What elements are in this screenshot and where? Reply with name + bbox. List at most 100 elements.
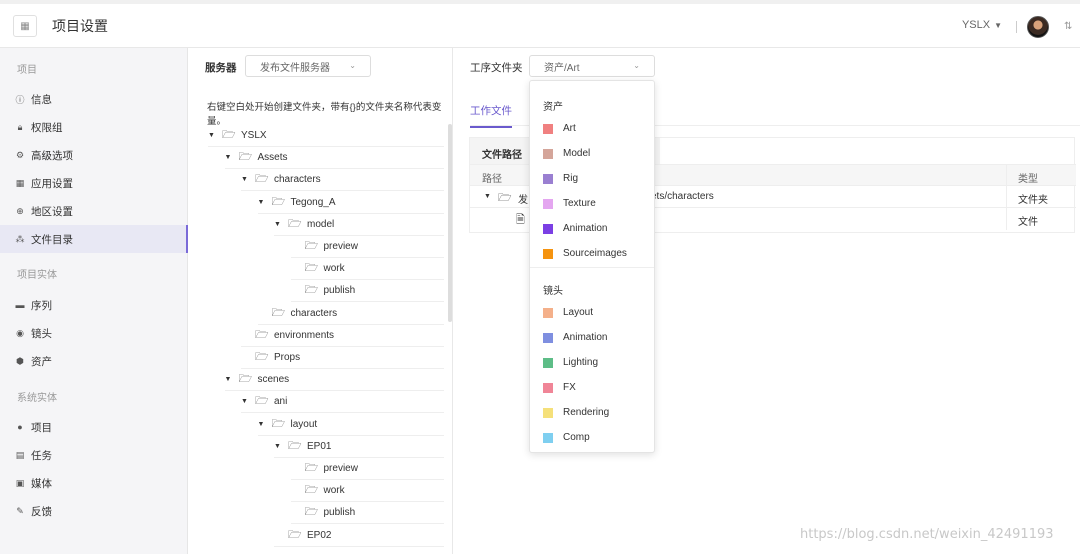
folder-icon: 🗁︎ [255,351,269,363]
tree-node[interactable]: ▼ 🗁︎ scenes [224,369,444,392]
tree-node-label: work [323,485,345,497]
media-icon: ▣ [15,477,25,488]
tree-node[interactable]: 🗁︎ Props [241,347,444,369]
caret-down-icon[interactable]: ▼ [208,132,216,139]
tree-node[interactable]: ▼ 🗁︎ model [274,214,444,236]
sidebar-item-asset[interactable]: ⬢ 资产 [0,347,188,375]
tree-node-label: EP02 [307,529,332,541]
project-icon: ● [17,422,23,432]
sidebar-item-media[interactable]: ▣ 媒体 [0,469,188,497]
tree-node[interactable]: 🗁︎ publish [290,502,444,525]
tree-node-label: EP01 [307,440,332,452]
top-bar: ▦ 项目设置 YSLX ▼ ⇅ [0,0,1080,48]
tree-scrollbar[interactable] [448,124,452,322]
sidebar-item-apps[interactable]: ▦ 应用设置 [0,169,188,197]
dropdown-option[interactable]: Comp [530,425,654,450]
sidebar-item-region[interactable]: ⊕ 地区设置 [0,197,188,225]
caret-down-icon[interactable]: ▼ [241,398,249,405]
tree-node[interactable]: 🗁︎ work [290,258,444,281]
path-cell-prefix: 发 [518,195,528,206]
sidebar-item-label: 媒体 [31,477,52,490]
dropdown-option[interactable]: Texture [530,191,654,216]
tree-node[interactable]: 🗁︎ preview [290,458,444,480]
watermark: https://blog.csdn.net/weixin_42491193 [800,527,1054,542]
server-select[interactable]: 发布文件服务器 ⌄ [245,55,371,77]
caret-down-icon[interactable]: ▼ [258,421,266,428]
grid-icon[interactable]: ▦ [13,15,37,37]
column-divider [1006,208,1007,230]
folder-label: 工序文件夹 [470,62,523,74]
sidebar-item-advanced[interactable]: ⚙ 高级选项 [0,141,188,169]
sidebar-item-label: 任务 [31,449,52,462]
tree-node[interactable]: 🗁︎ preview [290,236,444,258]
caret-down-icon[interactable]: ▼ [241,176,249,183]
apps-icon: ▦ [15,177,25,188]
dropdown-option-label: Rendering [563,407,610,418]
tree-node[interactable]: 🗁︎ environments [241,325,444,347]
tree-node[interactable]: ▼ 🗁︎ characters [241,169,444,192]
dropdown-option[interactable]: Sourceimages [530,241,654,266]
dropdown-option[interactable]: FX [530,375,654,400]
tree-node[interactable]: ▼ 🗁︎ YSLX [208,125,444,147]
sidebar-item-file-directory[interactable]: ⁂ 文件目录 [0,225,188,253]
dropdown-option-label: Animation [563,332,608,343]
server-select-value: 发布文件服务器 [260,62,330,74]
type-cell: 文件 [1018,217,1038,228]
sidebar-item-label: 项目 [31,421,52,434]
tree-node[interactable]: 🗁︎ work [290,480,444,503]
divider [1016,21,1017,33]
dropdown-option[interactable]: Animation [530,325,654,350]
sidebar-item-sequence[interactable]: ▬ 序列 [0,291,188,319]
tree-node[interactable]: 🗁︎ EP02 [274,525,444,547]
dropdown-option[interactable]: Rendering [530,400,654,425]
tree-node[interactable]: ▼ 🗁︎ Tegong_A [257,192,444,214]
dropdown-option[interactable]: Animation [530,216,654,241]
tree-node-label: characters [290,307,338,319]
process-folder-select[interactable]: 资产/Art ⌄ [529,55,655,77]
dropdown-option[interactable]: Model [530,141,654,166]
sort-icon[interactable]: ⇅ [1064,21,1072,32]
sidebar-item-shot[interactable]: ◉ 镜头 [0,319,188,347]
user-menu[interactable]: YSLX ▼ [962,19,1002,31]
folder-icon: 🗁︎ [304,240,319,252]
tree-node-label: Props [274,352,301,363]
color-swatch [543,148,553,159]
folder-open-icon: 🗁︎ [238,373,253,386]
tree-node[interactable]: 🗁︎ characters [257,303,444,325]
sidebar-item-info[interactable]: ⓘ 信息 [0,85,188,113]
folder-open-icon: 🗁︎ [271,195,286,208]
server-label: 服务器 [205,62,237,74]
dropdown-option[interactable]: Layout [530,300,654,325]
tree-node[interactable]: ▼ 🗁︎ ani [241,391,444,414]
dropdown-option[interactable]: Lighting [530,350,654,375]
sidebar-item-task[interactable]: ▤ 任务 [0,441,188,469]
tree-node[interactable]: ▼ 🗁︎ layout [257,414,444,436]
caret-down-icon[interactable]: ▼ [274,221,282,228]
caret-down-icon[interactable]: ▼ [225,154,233,161]
tree-node-label: work [323,263,345,275]
avatar[interactable] [1027,16,1049,38]
sidebar-item-feedback[interactable]: ✎ 反馈 [0,497,188,525]
globe-icon: ⊕ [16,205,24,216]
folder-tree-panel: 服务器 发布文件服务器 ⌄ 右键空白处开始创建文件夹，带有{}的文件夹名称代表变… [188,48,453,554]
feedback-icon: ✎ [16,505,24,516]
column-divider [1006,186,1007,208]
sidebar-item-label: 镜头 [31,327,52,340]
user-name: YSLX [961,19,991,31]
caret-down-icon[interactable]: ▼ [484,193,491,200]
sidebar-item-permissions[interactable]: 🔒︎ 权限组 [0,113,188,141]
dropdown-option-label: Texture [563,198,596,209]
caret-down-icon[interactable]: ▼ [225,376,233,383]
tree-node[interactable]: ▼ 🗁︎ EP01 [274,436,444,458]
tree-hint: 右键空白处开始创建文件夹，带有{}的文件夹名称代表变量。 [207,102,442,127]
caret-down-icon[interactable]: ▼ [258,199,266,206]
color-swatch [543,248,553,259]
tree-node[interactable]: ▼ 🗁︎ Assets [224,147,444,170]
tree-node[interactable]: 🗁︎ publish [290,280,444,303]
dropdown-option[interactable]: Rig [530,166,654,191]
sidebar-item-label: 信息 [31,93,52,106]
color-swatch [543,123,553,134]
dropdown-option[interactable]: Art [530,116,654,141]
sidebar-item-project[interactable]: ● 项目 [0,413,188,441]
caret-down-icon[interactable]: ▼ [274,443,282,450]
